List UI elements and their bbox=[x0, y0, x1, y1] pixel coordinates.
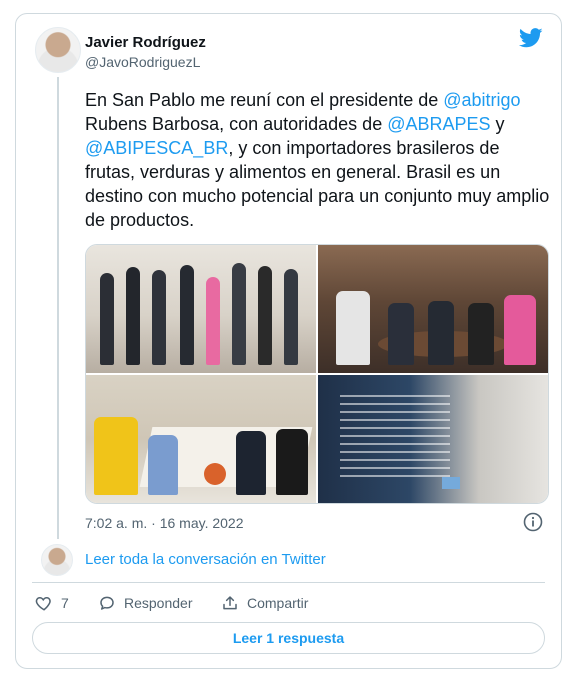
reply-bubble-icon bbox=[100, 596, 114, 610]
author-handle[interactable]: @JavoRodriguezL bbox=[85, 54, 200, 70]
author-avatar[interactable] bbox=[35, 27, 81, 73]
like-button[interactable]: 7 bbox=[35, 594, 69, 612]
mention-abipesca[interactable]: @ABIPESCA_BR bbox=[85, 138, 228, 158]
tweet-card: Javier Rodríguez @JavoRodriguezL En San … bbox=[15, 13, 562, 669]
twitter-bird-icon[interactable] bbox=[519, 28, 543, 48]
tweet-timestamp[interactable]: 7:02 a. m. · 16 may. 2022 bbox=[85, 515, 244, 531]
like-count: 7 bbox=[61, 595, 69, 611]
group-photo[interactable] bbox=[86, 245, 316, 373]
product-package-photo[interactable] bbox=[318, 375, 548, 503]
restaurant-table-photo[interactable] bbox=[318, 245, 548, 373]
text-segment: En San Pablo me reuní con el presidente … bbox=[85, 90, 444, 110]
read-conversation-link[interactable]: Leer toda la conversación en Twitter bbox=[85, 551, 326, 568]
share-label: Compartir bbox=[247, 595, 309, 611]
reply-label: Responder bbox=[124, 595, 193, 611]
meeting-table-photo[interactable] bbox=[86, 375, 316, 503]
author-name[interactable]: Javier Rodríguez bbox=[85, 34, 206, 51]
divider bbox=[32, 582, 545, 583]
mention-abrapes[interactable]: @ABRAPES bbox=[387, 114, 490, 134]
text-segment: y bbox=[490, 114, 505, 134]
heart-icon bbox=[35, 596, 51, 611]
media-grid bbox=[85, 244, 549, 504]
share-icon bbox=[223, 596, 237, 610]
tweet-text: En San Pablo me reuní con el presidente … bbox=[85, 88, 551, 232]
reply-action-button[interactable]: Responder bbox=[98, 594, 193, 612]
read-replies-button[interactable]: Leer 1 respuesta bbox=[32, 622, 545, 654]
text-segment: Rubens Barbosa, con autoridades de bbox=[85, 114, 388, 134]
share-button[interactable]: Compartir bbox=[221, 594, 308, 612]
mention-abitrigo[interactable]: @abitrigo bbox=[443, 90, 520, 110]
info-icon[interactable] bbox=[523, 512, 543, 532]
conversation-avatar[interactable] bbox=[41, 544, 73, 576]
thread-line bbox=[57, 77, 59, 539]
